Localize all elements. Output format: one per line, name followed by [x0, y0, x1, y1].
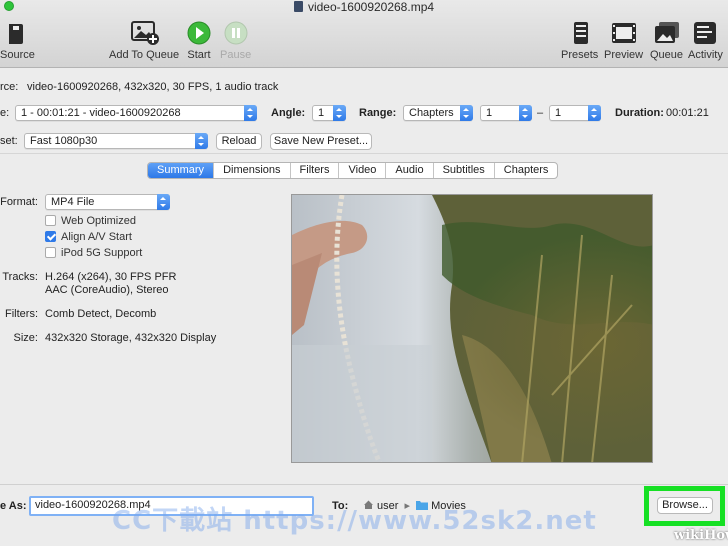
- popup-arrows-icon: [460, 105, 473, 121]
- popup-arrows-icon: [244, 105, 257, 121]
- range-start-popup[interactable]: 1: [480, 105, 532, 121]
- size-value: 432x320 Storage, 432x320 Display: [45, 332, 217, 344]
- preview-button[interactable]: Preview: [604, 20, 643, 61]
- filters-label: Filters:: [5, 308, 38, 320]
- browse-button[interactable]: Browse...: [657, 497, 713, 514]
- add-photo-icon: [131, 21, 160, 45]
- source-button[interactable]: Source: [0, 20, 35, 61]
- tab-summary[interactable]: Summary: [148, 163, 215, 178]
- source-info-text: video-1600920268, 432x320, 30 FPS, 1 aud…: [27, 81, 279, 93]
- ipod-support-checkbox[interactable]: iPod 5G Support: [45, 247, 142, 259]
- film-strip-icon: [611, 23, 636, 43]
- queue-stack-icon: [654, 22, 679, 43]
- divider: [0, 153, 728, 154]
- activity-log-icon: [694, 22, 717, 44]
- tab-chapters[interactable]: Chapters: [495, 163, 558, 178]
- tracks-label: Tracks:: [2, 271, 38, 283]
- format-popup[interactable]: MP4 File: [45, 194, 170, 210]
- film-clapper-icon: [9, 24, 24, 44]
- tab-audio[interactable]: Audio: [386, 163, 434, 178]
- popup-arrows-icon: [333, 105, 346, 121]
- tracks-video: H.264 (x264), 30 FPS PFR: [45, 271, 177, 283]
- duration-value: 00:01:21: [666, 107, 709, 119]
- size-label: Size:: [13, 332, 38, 344]
- range-end-popup[interactable]: 1: [549, 105, 601, 121]
- filters-value: Comb Detect, Decomb: [45, 308, 157, 320]
- align-av-checkbox[interactable]: Align A/V Start: [45, 231, 132, 243]
- tracks-audio: AAC (CoreAudio), Stereo: [45, 284, 169, 296]
- window-title: video-1600920268.mp4: [0, 0, 728, 14]
- document-icon: [293, 1, 303, 12]
- pause-button[interactable]: Pause: [220, 20, 251, 61]
- preview-frame: [292, 195, 652, 462]
- popup-arrows-icon: [588, 105, 601, 121]
- range-label: Range:: [359, 107, 397, 119]
- format-label: Format:: [0, 196, 38, 208]
- save-new-preset-button[interactable]: Save New Preset...: [270, 133, 372, 150]
- add-to-queue-button[interactable]: Add To Queue: [109, 20, 179, 61]
- popup-arrows-icon: [195, 133, 208, 149]
- popup-arrows-icon: [519, 105, 532, 121]
- queue-button[interactable]: Queue: [650, 20, 683, 61]
- presets-button[interactable]: Presets: [561, 20, 598, 61]
- watermark-text: CC下載站 https://www.52sk2.net: [112, 506, 597, 536]
- source-label: rce:: [0, 81, 19, 93]
- pause-icon: [224, 21, 248, 45]
- duration-label: Duration:: [615, 107, 664, 119]
- range-dash: –: [537, 107, 544, 119]
- checkbox-box: [45, 247, 56, 258]
- angle-popup[interactable]: 1: [312, 105, 346, 121]
- preset-label: set:: [0, 135, 18, 147]
- tab-video[interactable]: Video: [339, 163, 387, 178]
- title-label: e:: [0, 107, 10, 119]
- reload-button[interactable]: Reload: [216, 133, 262, 150]
- activity-button[interactable]: Activity: [688, 20, 723, 61]
- tab-filters[interactable]: Filters: [291, 163, 340, 178]
- start-button[interactable]: Start: [186, 20, 212, 61]
- tab-bar: Summary Dimensions Filters Video Audio S…: [147, 162, 559, 179]
- range-type-popup[interactable]: Chapters: [403, 105, 473, 121]
- presets-list-icon: [573, 22, 588, 44]
- tab-dimensions[interactable]: Dimensions: [214, 163, 291, 178]
- play-icon: [187, 21, 211, 45]
- tab-subtitles[interactable]: Subtitles: [434, 163, 495, 178]
- checkbox-box: [45, 215, 56, 226]
- title-popup[interactable]: 1 - 00:01:21 - video-1600920268: [15, 105, 257, 121]
- divider: [0, 484, 728, 485]
- checkmark-icon: [45, 231, 56, 242]
- angle-label: Angle:: [271, 107, 306, 119]
- video-preview-image: [291, 194, 653, 463]
- save-as-label: e As:: [0, 500, 27, 512]
- web-optimized-checkbox[interactable]: Web Optimized: [45, 215, 136, 227]
- wikihow-logo: wikiHow: [674, 528, 728, 543]
- preset-popup[interactable]: Fast 1080p30: [24, 133, 208, 149]
- popup-arrows-icon: [157, 194, 170, 210]
- toolbar: video-1600920268.mp4 Source Add To Queue…: [0, 0, 728, 68]
